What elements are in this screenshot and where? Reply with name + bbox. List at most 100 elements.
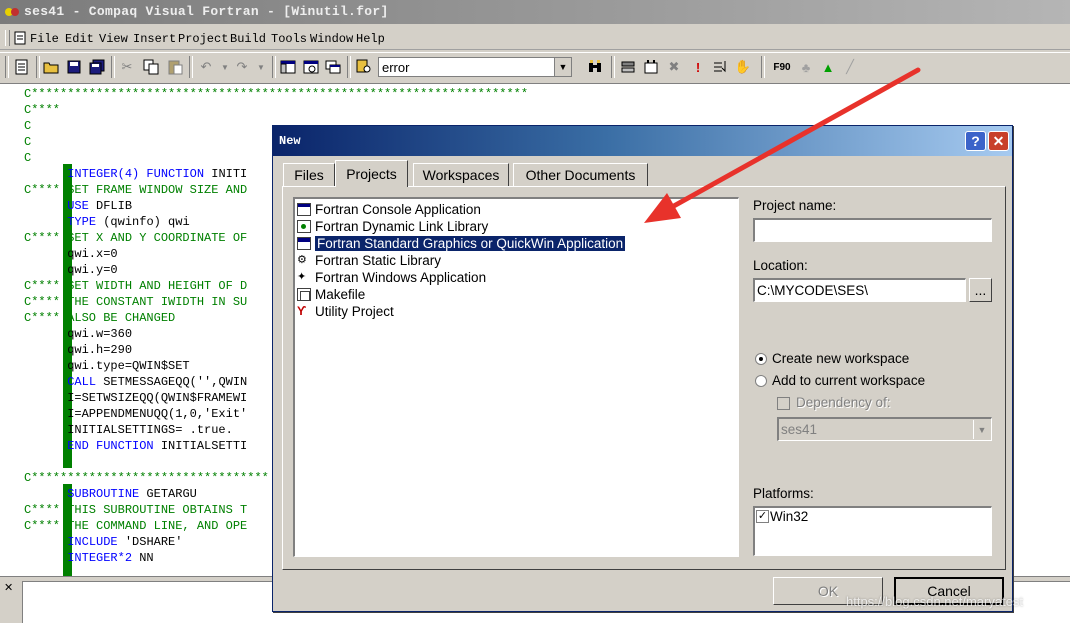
add-to-current-workspace-radio[interactable] — [755, 375, 767, 387]
create-new-workspace-label[interactable]: Create new workspace — [772, 351, 909, 366]
execute-icon[interactable]: ! — [688, 57, 708, 77]
code-line: I=SETWSIZEQQ(QWIN$FRAMEWI — [24, 391, 248, 405]
close-icon[interactable]: ✕ — [988, 131, 1009, 151]
code-text: INITIALSETTI — [153, 439, 248, 453]
location-input[interactable]: C:\MYCODE\SES\ — [753, 278, 966, 302]
tab-other-documents[interactable]: Other Documents — [513, 163, 648, 186]
location-label: Location: — [753, 258, 808, 273]
tab-files[interactable]: Files — [283, 163, 335, 186]
code-line: qwi.y=0 — [24, 263, 118, 277]
browse-button[interactable]: ... — [969, 278, 992, 302]
menu-edit[interactable]: Edit — [65, 32, 94, 46]
toolbar-separator — [272, 56, 276, 78]
tab-projects[interactable]: Projects — [335, 160, 408, 187]
find-binoculars-icon[interactable] — [585, 57, 605, 77]
code-keyword: INTEGER(4) FUNCTION — [67, 167, 205, 181]
code-line: INITIALSETTINGS= .true. — [24, 423, 233, 437]
platforms-list[interactable]: ✓ Win32 — [753, 506, 992, 556]
code-line: C**** SET FRAME WINDOW SIZE AND — [24, 183, 248, 197]
code-keyword: INCLUDE — [67, 535, 118, 549]
tree-icon[interactable]: ▲ — [818, 57, 838, 77]
output-window-icon[interactable] — [301, 57, 321, 77]
redo-dropdown-icon[interactable]: ▼ — [251, 57, 271, 77]
menu-window[interactable]: Window — [310, 32, 353, 46]
dependency-select[interactable]: ses41 ▼ — [777, 417, 992, 441]
code-keyword: USE — [67, 199, 89, 213]
static-library-icon: ⚙ — [297, 254, 307, 266]
create-new-workspace-radio[interactable] — [755, 353, 767, 365]
menu-view[interactable]: View — [99, 32, 128, 46]
menu-insert[interactable]: Insert — [133, 32, 176, 46]
tab-workspaces[interactable]: Workspaces — [413, 163, 509, 186]
project-name-input[interactable] — [753, 218, 992, 242]
code-text: 'DSHARE' — [117, 535, 183, 549]
list-item[interactable]: ✦ Fortran Windows Application — [297, 269, 486, 286]
dependency-select-value: ses41 — [781, 422, 818, 437]
windows-app-icon: ✦ — [297, 271, 307, 283]
chevron-down-icon[interactable]: ▼ — [554, 58, 571, 76]
code-line: INCLUDE 'DSHARE' — [24, 534, 182, 550]
paste-icon[interactable] — [165, 57, 185, 77]
compile-icon[interactable] — [618, 57, 638, 77]
project-type-list[interactable]: Fortran Console Application Fortran Dyna… — [293, 197, 739, 557]
menu-tools[interactable]: Tools — [271, 32, 307, 46]
menu-file[interactable]: File — [30, 32, 59, 46]
window-list-icon[interactable] — [323, 57, 343, 77]
menu-project[interactable]: Project — [178, 32, 228, 46]
dialog-title-bar: New ? ✕ — [273, 126, 1012, 156]
new-text-file-icon[interactable] — [12, 57, 32, 77]
document-icon — [14, 31, 26, 45]
list-item-selected[interactable]: Fortran Standard Graphics or QuickWin Ap… — [297, 235, 627, 252]
code-line: qwi.x=0 — [24, 247, 118, 261]
stop-build-icon[interactable]: ✖ — [664, 57, 684, 77]
list-item[interactable]: ⚙ Fortran Static Library — [297, 252, 441, 269]
code-line: C — [24, 119, 32, 133]
platform-checkbox[interactable]: ✓ — [756, 510, 769, 523]
app-icon — [5, 8, 19, 16]
undo-icon[interactable]: ↶ — [196, 57, 216, 77]
code-line: CALL SETMESSAGEQQ('',QWIN — [24, 374, 247, 390]
menu-help[interactable]: Help — [356, 32, 385, 46]
menu-grip — [5, 30, 10, 46]
cut-icon[interactable]: ✂ — [117, 57, 137, 77]
output-side-bar: ✕ — [2, 579, 18, 621]
code-line: C***************************************… — [24, 87, 529, 101]
go-icon[interactable] — [710, 57, 730, 77]
breakpoint-hand-icon[interactable]: ✋ — [733, 57, 753, 77]
list-item[interactable]: Fortran Console Application — [297, 201, 481, 218]
code-line: C**** THE COMMAND LINE, AND OPE — [24, 519, 248, 533]
redo-icon[interactable]: ↷ — [232, 57, 252, 77]
wand-icon[interactable]: ╱ — [840, 57, 860, 77]
build-icon[interactable] — [641, 57, 661, 77]
find-in-files-icon[interactable] — [354, 57, 374, 77]
workspace-window-icon[interactable] — [278, 57, 298, 77]
help-icon[interactable]: ? — [965, 131, 986, 151]
f90-icon[interactable]: F90 — [771, 57, 793, 77]
code-line: C**** THIS SUBROUTINE OBTAINS T — [24, 503, 248, 517]
code-text: DFLIB — [88, 199, 133, 213]
close-icon[interactable]: ✕ — [4, 581, 13, 594]
open-folder-icon[interactable] — [41, 57, 61, 77]
code-line: qwi.type=QWIN$SET — [24, 359, 190, 373]
window-title: ses41 - Compaq Visual Fortran - [Winutil… — [24, 4, 389, 19]
copy-icon[interactable] — [141, 57, 161, 77]
code-line: END FUNCTION INITIALSETTI — [24, 438, 247, 454]
list-item[interactable]: Fortran Dynamic Link Library — [297, 218, 488, 235]
module-icon[interactable]: ♣ — [796, 57, 816, 77]
utility-project-icon: ϒ — [297, 304, 307, 318]
dependency-checkbox[interactable] — [777, 397, 790, 410]
list-item[interactable]: ϒ Utility Project — [297, 303, 394, 320]
list-item[interactable]: Makefile — [297, 286, 365, 303]
save-icon[interactable] — [64, 57, 84, 77]
save-all-icon[interactable] — [87, 57, 107, 77]
menu-bar: File Edit View Insert Project Build Tool… — [0, 27, 1070, 50]
toolbar-separator — [36, 56, 40, 78]
code-keyword: INTEGER*2 — [67, 551, 133, 565]
code-text: GETARGU — [139, 487, 197, 501]
chevron-down-icon[interactable]: ▼ — [973, 420, 990, 439]
menu-build[interactable]: Build — [230, 32, 266, 46]
add-to-current-workspace-label[interactable]: Add to current workspace — [772, 373, 925, 388]
watermark: https://blog.csdn.net/maryatest — [846, 594, 1024, 609]
find-combo[interactable]: error ▼ — [378, 57, 572, 77]
code-keyword: TYPE — [67, 215, 97, 229]
